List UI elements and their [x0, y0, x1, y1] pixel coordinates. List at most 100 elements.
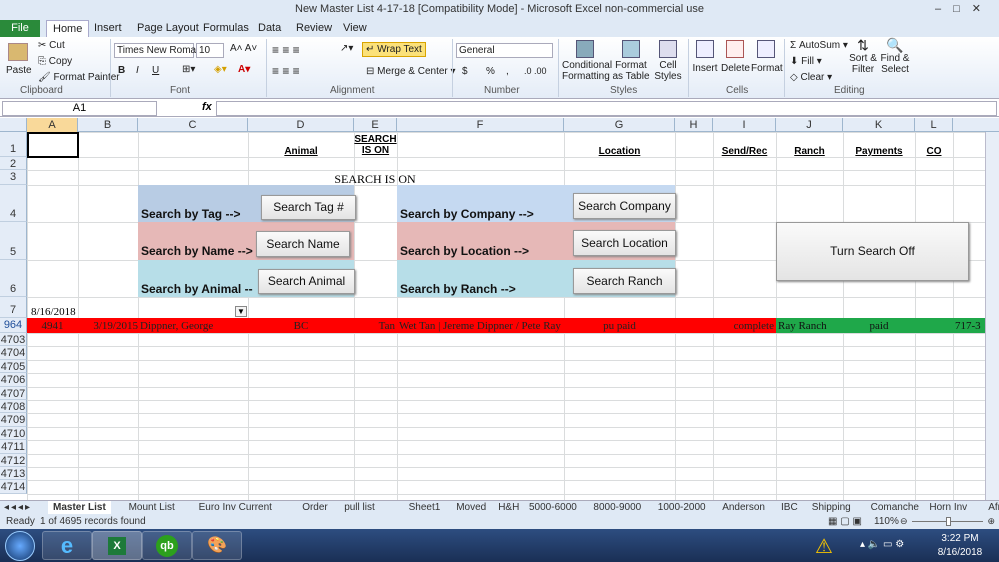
tab-page-layout[interactable]: Page Layout	[131, 20, 205, 37]
currency-button[interactable]: $	[462, 66, 468, 77]
row-header[interactable]: 4711	[0, 440, 27, 454]
name-box[interactable]: A1	[2, 101, 157, 116]
sheet-tab[interactable]: H&H	[493, 501, 524, 514]
insert-button[interactable]: Insert	[692, 40, 718, 74]
cut-button[interactable]: ✂ Cut	[38, 40, 65, 51]
delete-button[interactable]: Delete	[721, 40, 750, 74]
align-top-middle-bottom-buttons[interactable]: ≡ ≡ ≡	[272, 43, 300, 57]
vertical-scrollbar[interactable]	[985, 132, 999, 500]
borders-button[interactable]: ⊞▾	[182, 64, 195, 75]
merge-center-button[interactable]: ⊟ Merge & Center ▾	[366, 66, 456, 77]
column-header-g[interactable]: G	[564, 118, 675, 132]
conditional-formatting-button[interactable]: Conditional Formatting	[562, 40, 612, 82]
column-header-k[interactable]: K	[843, 118, 915, 132]
font-size-select[interactable]: 10	[196, 43, 224, 58]
column-header-b[interactable]: B	[78, 118, 138, 132]
sheet-tab[interactable]: 1000-2000	[653, 501, 711, 514]
column-header-j[interactable]: J	[776, 118, 843, 132]
format-as-table-button[interactable]: Format as Table	[612, 40, 650, 82]
filter-dropdown-icon[interactable]: ▼	[235, 306, 247, 317]
search-ranch-button[interactable]: Search Ranch	[573, 268, 676, 294]
row-header[interactable]: 4	[0, 185, 27, 222]
row-header[interactable]: 4709	[0, 413, 27, 427]
format-painter-button[interactable]: 🖌 Format Painter	[38, 72, 120, 83]
column-header-f[interactable]: F	[397, 118, 564, 132]
turn-search-off-button[interactable]: Turn Search Off	[776, 222, 969, 281]
percent-button[interactable]: %	[486, 66, 495, 77]
row-header[interactable]: 4706	[0, 373, 27, 387]
sheet-tab[interactable]: Horn Inv	[924, 501, 972, 514]
font-name-select[interactable]: Times New Roman	[114, 43, 202, 58]
quickbooks-icon[interactable]: qb	[142, 531, 192, 560]
zoom-level[interactable]: 110%	[874, 514, 899, 529]
column-header-c[interactable]: C	[138, 118, 248, 132]
sheet-tab[interactable]: Shipping	[807, 501, 856, 514]
search-company-button[interactable]: Search Company	[573, 193, 676, 219]
cell-styles-button[interactable]: Cell Styles	[652, 40, 684, 82]
search-tag-button[interactable]: Search Tag #	[261, 195, 356, 220]
font-grow-shrink-buttons[interactable]: A˄ A˅	[230, 43, 257, 54]
decimal-buttons[interactable]: .0 .00	[524, 66, 547, 76]
sheet-tab[interactable]: African	[983, 501, 999, 514]
search-location-button[interactable]: Search Location	[573, 230, 676, 256]
wrap-text-button[interactable]: ↵ Wrap Text	[362, 42, 426, 57]
sheet-tab[interactable]: 8000-9000	[588, 501, 646, 514]
row-header[interactable]: 3	[0, 170, 27, 185]
comma-button[interactable]: ,	[506, 66, 509, 77]
sheet-tab[interactable]: Comanche	[866, 501, 924, 514]
row-header[interactable]: 964	[0, 318, 27, 333]
italic-button[interactable]: I	[136, 65, 139, 76]
sheet-tab[interactable]: Euro Inv Current	[194, 501, 277, 514]
excel-icon[interactable]: X	[92, 531, 142, 560]
sheet-nav-buttons[interactable]: ◂◂◂▸	[4, 501, 32, 514]
row-header[interactable]: 6	[0, 260, 27, 297]
orientation-button[interactable]: ↗▾	[340, 43, 353, 54]
sort-filter-button[interactable]: ⇅ Sort & Filter	[848, 38, 878, 75]
fill-button[interactable]: ⬇ Fill ▾	[790, 56, 822, 67]
font-color-button[interactable]: A▾	[238, 64, 250, 75]
search-name-button[interactable]: Search Name	[256, 231, 350, 257]
clear-button[interactable]: ◇ Clear ▾	[790, 72, 832, 83]
search-animal-button[interactable]: Search Animal	[258, 269, 355, 294]
internet-explorer-icon[interactable]: e	[42, 531, 92, 560]
row-header[interactable]: 4713	[0, 467, 27, 480]
tab-data[interactable]: Data	[252, 20, 287, 37]
sheet-tab[interactable]: Anderson	[717, 501, 770, 514]
column-header-l[interactable]: L	[915, 118, 953, 132]
sheet-tab[interactable]: Master List	[48, 501, 111, 514]
fill-color-button[interactable]: ◈▾	[214, 64, 227, 75]
column-header-h[interactable]: H	[675, 118, 713, 132]
clock[interactable]: 3:22 PM 8/16/2018	[930, 532, 990, 560]
window-controls[interactable]: –□✕	[935, 0, 993, 18]
paste-button[interactable]: Paste	[6, 65, 32, 76]
formula-input[interactable]	[216, 101, 997, 116]
sheet-tab[interactable]: Mount List	[124, 501, 180, 514]
find-select-button[interactable]: 🔍 Find & Select	[880, 38, 910, 75]
tab-review[interactable]: Review	[290, 20, 338, 37]
column-header-d[interactable]: D	[248, 118, 354, 132]
tab-home[interactable]: Home	[46, 20, 90, 37]
paint-icon[interactable]: 🎨	[192, 531, 242, 560]
row-header[interactable]: 4707	[0, 387, 27, 400]
autosum-button[interactable]: Σ AutoSum ▾	[790, 40, 848, 51]
row-header[interactable]: 2	[0, 157, 27, 170]
sheet-tab[interactable]: pull list	[339, 501, 380, 514]
tab-view[interactable]: View	[337, 20, 373, 37]
sheet-tab[interactable]: 5000-6000	[524, 501, 582, 514]
view-buttons[interactable]: ▦ ▢ ▣	[828, 514, 862, 529]
start-button[interactable]	[5, 531, 35, 561]
tab-formulas[interactable]: Formulas	[197, 20, 255, 37]
column-header-i[interactable]: I	[713, 118, 776, 132]
row-header[interactable]: 4703	[0, 333, 27, 346]
underline-button[interactable]: U	[152, 65, 159, 76]
zoom-slider[interactable]: ⊖ ⊕	[900, 517, 995, 526]
tab-file[interactable]: File	[0, 20, 40, 37]
row-header[interactable]: 1	[0, 132, 27, 157]
copy-button[interactable]: ⎘ Copy	[38, 56, 72, 67]
sheet-tab[interactable]: Moved	[451, 501, 491, 514]
format-button[interactable]: Format	[751, 40, 783, 74]
number-format-select[interactable]: General	[456, 43, 553, 58]
row-header[interactable]: 4704	[0, 346, 27, 360]
row-header[interactable]: 4712	[0, 454, 27, 467]
active-cell-a1[interactable]	[27, 132, 79, 158]
